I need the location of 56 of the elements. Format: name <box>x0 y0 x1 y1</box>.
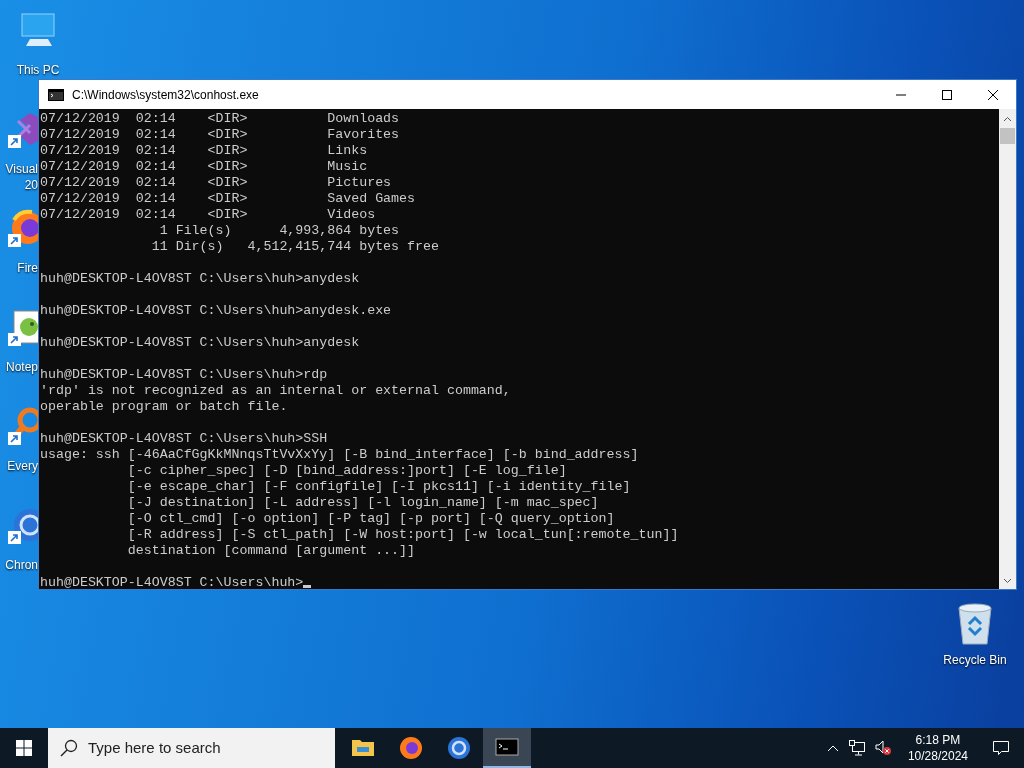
console-line: huh@DESKTOP-L4OV8ST C:\Users\huh>anydesk.exe <box>40 303 392 318</box>
firefox-icon <box>398 735 424 761</box>
search-field[interactable]: Type here to search <box>88 736 318 760</box>
console-line: 07/12/2019 02:14 <DIR> Music <box>40 159 368 174</box>
taskbar-app-button[interactable] <box>483 728 531 768</box>
muted-speaker-icon[interactable] <box>874 740 892 756</box>
console-line: huh@DESKTOP-L4OV8ST C:\Users\huh>anydesk <box>40 271 360 286</box>
window-title: C:\Windows\system32\conhost.exe <box>72 86 259 104</box>
icon-label[interactable]: Visual <box>0 161 38 177</box>
windows-logo-icon <box>16 740 32 756</box>
console-line: 07/12/2019 02:14 <DIR> Videos <box>40 207 376 222</box>
console-line: destination [command [argument ...]] <box>126 543 416 558</box>
icon-label[interactable]: Fire <box>0 260 38 276</box>
console-line: [-J destination] [-L address] [-l login_name] [-m mac_spec] <box>126 495 599 510</box>
search-box[interactable]: Type here to search <box>48 728 335 768</box>
network-icon[interactable] <box>848 740 865 756</box>
console-line: 07/12/2019 02:14 <DIR> Links <box>40 143 368 158</box>
scroll-down-icon[interactable] <box>1003 578 1012 584</box>
recycle-bin-label[interactable]: Recycle Bin <box>943 652 1007 668</box>
scrollbar[interactable] <box>999 109 1016 589</box>
console-line: 1 File(s) 4,993,864 bytes <box>158 223 400 238</box>
icon-label[interactable]: Every <box>0 458 38 474</box>
console-line: huh@DESKTOP-L4OV8ST C:\Users\huh>rdp <box>40 367 328 382</box>
clock-date[interactable]: 10/28/2024 <box>907 748 968 764</box>
chevron-up-icon[interactable] <box>826 744 839 752</box>
scrollbar-thumb[interactable] <box>1000 128 1015 144</box>
console-line: 07/12/2019 02:14 <DIR> Pictures <box>40 175 392 190</box>
text-cursor <box>303 585 312 588</box>
console-line: huh@DESKTOP-L4OV8ST C:\Users\huh>anydesk <box>40 335 360 350</box>
console-line: 07/12/2019 02:14 <DIR> Saved Games <box>40 191 416 206</box>
console-line: huh@DESKTOP-L4OV8ST C:\Users\huh> <box>40 575 304 590</box>
console-line: [-e escape_char] [-F configfile] [-I pkcs11] [-i identity_file] <box>126 479 631 494</box>
search-icon <box>60 739 78 757</box>
maximize-icon <box>941 88 953 101</box>
icon-label[interactable]: Notep <box>0 359 38 375</box>
icon-label[interactable]: 20 <box>0 177 38 193</box>
console-line: 07/12/2019 02:14 <DIR> Favorites <box>40 127 400 142</box>
console-line: operable program or batch file. <box>40 399 288 414</box>
close-icon <box>987 88 999 101</box>
notepad-icon[interactable] <box>8 307 38 347</box>
console-line: 11 Dir(s) 4,512,415,744 bytes free <box>150 239 439 254</box>
console-icon <box>48 88 64 101</box>
icon-label[interactable]: Chron <box>0 557 38 573</box>
console-line: 07/12/2019 02:14 <DIR> Downloads <box>40 111 400 126</box>
console-line: usage: ssh [-46AaCfGgKkMNnqsTtVvXxYy] [-B bind_interface] [-b bind_address] <box>40 447 639 462</box>
console-line: 'rdp' is not recognized as an internal or external command, <box>40 383 511 398</box>
browser-icon <box>446 735 472 761</box>
clock-time[interactable]: 6:18 PM <box>907 732 968 748</box>
notification-icon[interactable] <box>992 740 1010 756</box>
console-line: [-O ctl_cmd] [-o option] [-P tag] [-p port] [-Q query_option] <box>126 511 615 526</box>
recycle-bin-icon[interactable] <box>955 602 995 646</box>
console-line: huh@DESKTOP-L4OV8ST C:\Users\huh>SSH <box>40 431 328 446</box>
icon-label[interactable]: This PC <box>16 62 60 78</box>
console-line: [-c cipher_spec] [-D [bind_address:]port] [-E log_file] <box>126 463 567 478</box>
console-line: [-R address] [-S ctl_path] [-W host:port] [-w local_tun[:remote_tun]] <box>126 527 679 542</box>
scroll-up-icon[interactable] <box>1003 116 1012 122</box>
